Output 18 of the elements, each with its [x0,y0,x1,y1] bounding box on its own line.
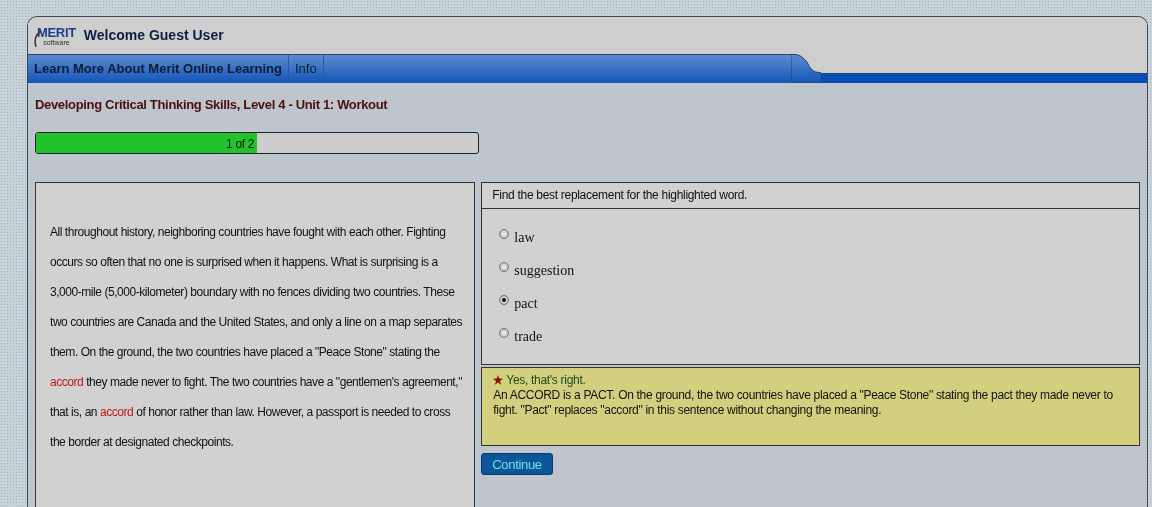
progress-label: 1 of 2 [226,135,255,153]
lesson-title: Developing Critical Thinking Skills, Level 4 - Unit 1: Workout [35,96,389,114]
radio-button[interactable] [499,229,510,239]
feedback-text: An ACCORD is a PACT. On the ground, the two countries have placed a "Peace Stone" stating the pact they made never to fight. "Pact" replaces "accord" in this sentence without changing the meaning. [493,387,1114,418]
radio-button[interactable] [499,295,510,305]
continue-button[interactable]: Continue [481,453,553,476]
answer-option[interactable]: trade [499,326,1122,346]
answer-option[interactable]: pact [499,293,1122,313]
question-prompt: Find the best replacement for the highlighted word. [492,187,748,204]
passage-text: All throughout history, neighboring countries have fought with each other. Fighting occurs so often that no one is surprised when it happens. What is surprising is a 3,000-mile (5,000-kilometer) boundary with no fences dividing two countries. These two countries are Canada and the United States, and only a line on a map separates them. On the ground, the two countries have placed a "Peace Stone" stating the accord they made never to fight. The two countries have a "gentlemen's agreement," that is, an accord of honor rather than law. However, a passport is needed to cross the border at designated checkpoints. [50,223,464,451]
radio-button[interactable] [499,328,510,338]
nav-tab[interactable]: Learn More About Merit Online Learning [28,55,289,83]
feedback-headline: Yes, that's right. [506,372,586,388]
answer-option[interactable]: suggestion [499,260,1122,280]
radio-button[interactable] [499,262,510,272]
welcome-text: Welcome Guest User [83,26,224,45]
star-icon [493,375,504,385]
answer-option[interactable]: law [499,227,1122,247]
